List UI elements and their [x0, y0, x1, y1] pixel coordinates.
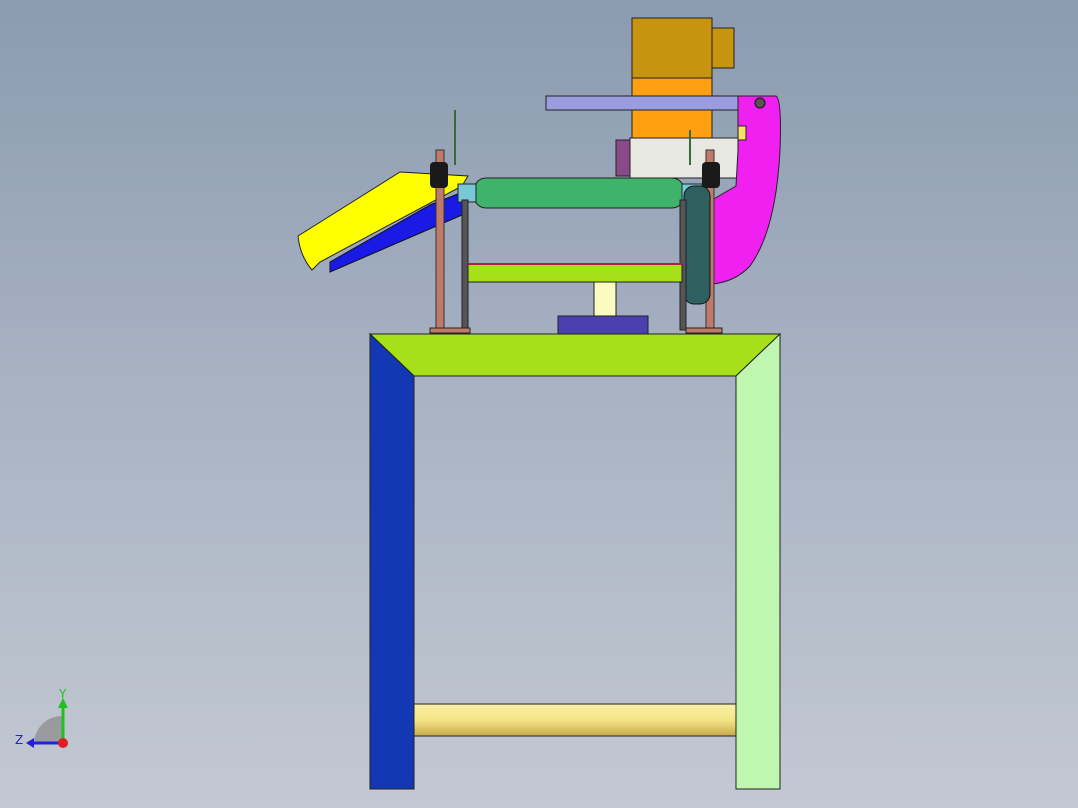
frame-left-leg: [369, 332, 415, 790]
frame-right-leg: [735, 332, 781, 790]
axis-triad: Y Z: [15, 687, 68, 748]
gearbox: [629, 137, 741, 179]
crossbar: [413, 703, 737, 737]
guard-slot: [737, 125, 747, 141]
roller-left-cap: [457, 183, 477, 203]
magenta-guard: [711, 95, 781, 285]
y-axis-label: Y: [58, 687, 67, 701]
z-axis-arrow: [26, 738, 34, 748]
middle-plate: [467, 263, 683, 283]
motor-top-housing: [631, 17, 713, 79]
triad-arc: [34, 716, 62, 744]
left-foot: [429, 327, 471, 334]
gearbox-side: [615, 139, 631, 177]
guard-bolt: [754, 97, 766, 109]
assembly-model[interactable]: [0, 0, 1078, 808]
origin-dot: [58, 738, 68, 748]
frame-top: [368, 333, 782, 377]
right-foot: [685, 327, 723, 334]
lavender-arm: [545, 95, 742, 111]
roller-drum: [473, 177, 685, 209]
cad-viewport[interactable]: Y Z: [0, 0, 1078, 808]
right-rod-knob: [702, 162, 720, 188]
pulley-belt: [683, 185, 711, 305]
support-post: [593, 281, 617, 317]
motor-terminal-box: [711, 27, 735, 69]
z-axis-label: Z: [15, 733, 23, 747]
base-block: [557, 315, 649, 335]
left-bracket: [461, 199, 469, 331]
left-rod-knob: [430, 162, 448, 188]
